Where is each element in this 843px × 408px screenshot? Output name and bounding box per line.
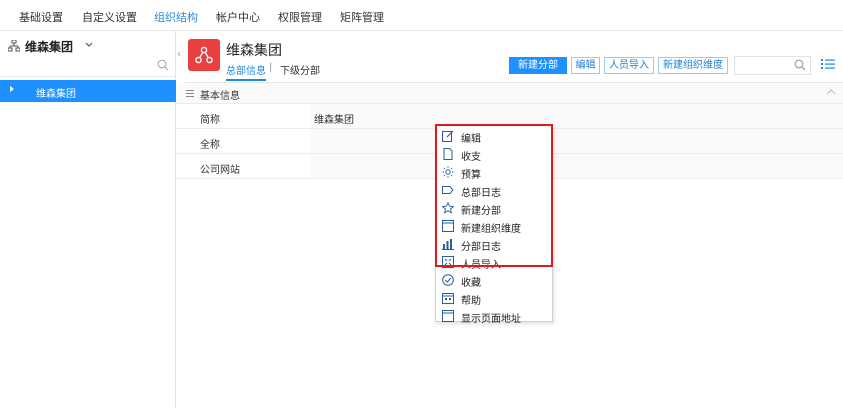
menu-item-label: 帮助 <box>461 296 481 307</box>
sidebar: 维森集团 维森集团 <box>0 31 176 408</box>
menu-item-label: 预算 <box>461 170 481 181</box>
tab-account-center[interactable]: 帐户中心 <box>216 9 260 25</box>
org-logo <box>188 39 220 71</box>
menu-item-label: 编辑 <box>461 134 481 145</box>
chevron-up-icon[interactable] <box>826 88 836 96</box>
expand-icon <box>442 256 454 268</box>
menu-item-label: 新建组织维度 <box>461 224 521 235</box>
menu-item-budget[interactable]: 预算 <box>436 163 552 181</box>
calendar-icon <box>442 293 454 304</box>
menu-item-branch-log[interactable]: 分部日志 <box>436 235 552 253</box>
document-icon <box>443 148 453 160</box>
menu-item-label: 收支 <box>461 152 481 163</box>
tab-permission-management[interactable]: 权限管理 <box>278 9 322 25</box>
field-label: 简称 <box>200 115 220 126</box>
field-value-text: 维森集团 <box>314 115 354 126</box>
field-value: 维森集团 <box>310 104 843 128</box>
window-icon <box>442 310 454 322</box>
menu-item-label: 新建分部 <box>461 206 501 217</box>
menu-item-income-expense[interactable]: 收支 <box>436 145 552 163</box>
menu-item-import-staff[interactable]: 人员导入 <box>436 253 552 271</box>
tab-matrix-management[interactable]: 矩阵管理 <box>340 9 384 25</box>
search-icon[interactable] <box>157 59 169 71</box>
menu-item-favorite[interactable]: 收藏 <box>436 271 552 289</box>
menu-item-label: 收藏 <box>461 278 481 289</box>
menu-icon <box>186 90 194 97</box>
section-title: 基本信息 <box>200 91 240 102</box>
tab-custom-settings[interactable]: 自定义设置 <box>82 9 137 25</box>
new-org-dimension-button[interactable]: 新建组织维度 <box>658 57 728 74</box>
menu-item-show-page-url[interactable]: 显示页面地址 <box>436 307 552 325</box>
page-title: 维森集团 <box>226 43 282 59</box>
import-staff-button[interactable]: 人员导入 <box>604 57 654 74</box>
new-branch-button[interactable]: 新建分部 <box>509 57 567 74</box>
tab-sub-branches[interactable]: 下级分部 <box>280 62 320 77</box>
menu-item-help[interactable]: 帮助 <box>436 289 552 307</box>
menu-item-hq-log[interactable]: 总部日志 <box>436 181 552 199</box>
bar-chart-icon <box>442 239 454 250</box>
section-basic-info[interactable]: 基本信息 <box>176 83 843 104</box>
sidebar-title: 维森集团 <box>25 40 74 54</box>
menu-item-new-org-dimension[interactable]: 新建组织维度 <box>436 217 552 235</box>
search-field[interactable] <box>735 57 795 74</box>
sidebar-item-weisen-group[interactable]: 维森集团 <box>0 80 176 102</box>
top-nav: 基础设置 自定义设置 组织结构 帐户中心 权限管理 矩阵管理 <box>0 0 843 31</box>
main-header: 维森集团 总部信息 | 下级分部 新建分部 编辑 人员导入 新建组织维度 <box>185 35 843 83</box>
sun-icon <box>442 166 454 178</box>
sidebar-search[interactable] <box>0 55 176 77</box>
check-circle-icon <box>442 274 454 286</box>
field-value <box>310 154 843 178</box>
org-network-icon <box>195 46 213 64</box>
tab-hq-info[interactable]: 总部信息 <box>226 62 266 81</box>
search-icon[interactable] <box>794 59 806 71</box>
field-value <box>310 129 843 153</box>
window-icon <box>442 220 454 232</box>
tab-separator: | <box>269 62 273 73</box>
menu-item-label: 人员导入 <box>461 260 501 271</box>
menu-item-label: 总部日志 <box>461 188 501 199</box>
sidebar-item-label: 维森集团 <box>36 89 76 100</box>
caret-right-icon[interactable] <box>10 86 14 92</box>
list-icon[interactable] <box>821 58 835 70</box>
edit-icon <box>442 130 454 142</box>
tag-icon <box>442 186 454 194</box>
context-menu: 编辑 收支 预算 总部日志 新建分部 新建组织维度 分部日志 人员导入 收藏 帮… <box>435 124 553 325</box>
menu-item-label: 显示页面地址 <box>461 314 521 325</box>
org-tree-icon <box>8 40 20 52</box>
edit-button[interactable]: 编辑 <box>571 57 600 74</box>
menu-item-edit[interactable]: 编辑 <box>436 127 552 145</box>
field-label: 全称 <box>200 140 220 151</box>
tab-org-structure[interactable]: 组织结构 <box>154 9 198 25</box>
menu-item-label: 分部日志 <box>461 242 501 253</box>
tab-basic-settings[interactable]: 基础设置 <box>19 9 63 25</box>
field-label: 公司网站 <box>200 165 240 176</box>
collapse-sidebar-icon[interactable]: ‹ <box>177 49 181 60</box>
menu-item-new-branch[interactable]: 新建分部 <box>436 199 552 217</box>
star-icon <box>442 202 454 214</box>
sidebar-header[interactable]: 维森集团 <box>0 31 176 55</box>
chevron-down-icon[interactable] <box>84 40 94 50</box>
